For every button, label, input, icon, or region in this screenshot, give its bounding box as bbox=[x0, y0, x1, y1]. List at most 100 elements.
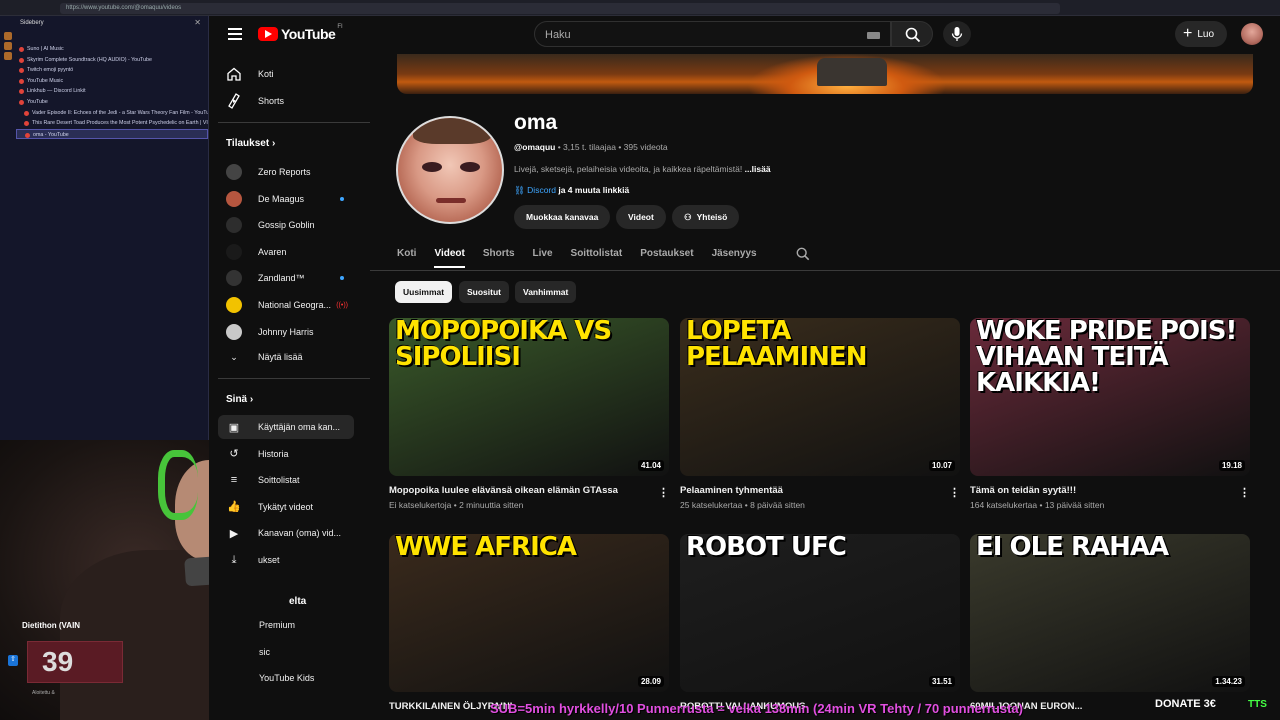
more-link[interactable]: ...lisää bbox=[745, 164, 771, 174]
keyboard-icon[interactable] bbox=[867, 32, 880, 39]
thumbnail-text: LOPETA PELAAMINEN bbox=[686, 318, 867, 372]
browser-tab[interactable]: YouTube Music bbox=[16, 76, 208, 87]
youtube-logo[interactable]: YouTube FI bbox=[258, 24, 343, 42]
you-item[interactable]: ⤓ ukset bbox=[218, 548, 354, 572]
close-icon[interactable]: ✕ bbox=[194, 18, 201, 27]
browser-tab[interactable]: Skyrim Complete Soundtrack (HQ AUDIO) - … bbox=[16, 55, 208, 66]
discord-link[interactable]: Discord bbox=[527, 185, 556, 195]
link-icon: ⛓ bbox=[514, 185, 525, 195]
channel-avatar-icon bbox=[226, 297, 242, 313]
video-card[interactable]: EI OLE RAHAA 1.34.23 60MILJOONAN EURON... bbox=[970, 534, 1250, 712]
channel-tab[interactable]: Live bbox=[533, 244, 553, 268]
you-item-label: ukset bbox=[258, 555, 280, 565]
video-thumbnail[interactable]: EI OLE RAHAA 1.34.23 bbox=[970, 534, 1250, 692]
you-item[interactable]: ≡ Soittolistat bbox=[218, 468, 354, 492]
chip-latest[interactable]: Uusimmat bbox=[395, 281, 453, 303]
browser-tab[interactable]: Vader Episode II: Echoes of the Jedi - a… bbox=[16, 108, 208, 119]
history-icon: ↺ bbox=[229, 448, 239, 461]
panel-icon[interactable] bbox=[4, 32, 12, 40]
video-duration: 10.07 bbox=[928, 460, 955, 471]
video-thumbnail[interactable]: WOKE PRIDE POIS! VIHAAN TEITÄ KAIKKIA! 19… bbox=[970, 318, 1250, 476]
you-item-label: Kanavan (oma) vid... bbox=[258, 528, 342, 539]
channel-links[interactable]: ⛓ Discord ja 4 muuta linkkiä bbox=[514, 185, 629, 196]
video-title[interactable]: Mopopoika luulee elävänsä oikean elämän … bbox=[389, 485, 669, 496]
more-item[interactable]: YouTube Kids bbox=[259, 666, 395, 690]
other-links[interactable]: ja 4 muuta linkkiä bbox=[558, 185, 629, 195]
chip-popular[interactable]: Suositut bbox=[459, 281, 509, 303]
channel-tab[interactable]: Postaukset bbox=[640, 244, 693, 268]
panel-icon[interactable] bbox=[4, 42, 12, 50]
channel-description[interactable]: Livejä, sketsejä, pelaiheisia videoita, … bbox=[514, 164, 771, 174]
browser-tab[interactable]: Twitch emoji pyyntö bbox=[16, 65, 208, 76]
channel-avatar-icon bbox=[226, 217, 242, 234]
thumbnail-text: EI OLE RAHAA bbox=[976, 534, 1169, 562]
subscription-item[interactable]: Zandland™ bbox=[218, 266, 354, 290]
video-card[interactable]: WWE AFRICA 28.09 TURKKILAINEN ÖLJYPAINI bbox=[389, 534, 669, 712]
subscription-label: Zero Reports bbox=[258, 167, 311, 177]
more-options-icon[interactable]: ⋮ bbox=[949, 486, 960, 499]
videos-button[interactable]: Videot bbox=[616, 205, 666, 229]
video-card[interactable]: WOKE PRIDE POIS! VIHAAN TEITÄ KAIKKIA! 19… bbox=[970, 318, 1250, 510]
subscription-item[interactable]: Gossip Goblin bbox=[218, 213, 354, 237]
subscription-item[interactable]: De Maagus bbox=[218, 187, 354, 211]
video-title[interactable]: Tämä on teidän syytä!!! bbox=[970, 485, 1250, 496]
chip-oldest[interactable]: Vanhimmat bbox=[515, 281, 577, 303]
account-avatar[interactable] bbox=[1241, 23, 1263, 45]
subscription-item[interactable]: Johnny Harris bbox=[218, 320, 354, 344]
channel-search-icon[interactable] bbox=[796, 247, 810, 266]
browser-tab[interactable]: Suno | AI Music bbox=[16, 44, 208, 55]
subscription-item[interactable]: Avaren bbox=[218, 240, 354, 264]
subscriptions-heading[interactable]: Tilaukset › bbox=[226, 138, 275, 149]
sidebar-item-label: Shorts bbox=[258, 96, 285, 106]
menu-icon[interactable] bbox=[228, 28, 242, 40]
channel-tab[interactable]: Videot bbox=[434, 244, 465, 268]
voice-search-button[interactable] bbox=[943, 21, 971, 47]
browser-tab[interactable]: YouTube bbox=[16, 97, 208, 108]
more-options-icon[interactable]: ⋮ bbox=[658, 486, 669, 499]
customize-channel-button[interactable]: Muokkaa kanavaa bbox=[514, 205, 611, 229]
video-card[interactable]: MOPOPOIKA VS SIPOLIISI 41.04 Mopopoika luu… bbox=[389, 318, 669, 510]
headset-icon bbox=[158, 450, 198, 520]
you-title: Sinä bbox=[226, 394, 248, 405]
you-item[interactable]: ▶ Kanavan (oma) vid... bbox=[218, 521, 354, 545]
video-thumbnail[interactable]: WWE AFRICA 28.09 bbox=[389, 534, 669, 692]
channel-tab[interactable]: Shorts bbox=[483, 244, 515, 268]
you-item[interactable]: 👍 Tykätyt videot bbox=[218, 495, 354, 519]
video-title[interactable]: Pelaaminen tyhmentää bbox=[680, 485, 960, 496]
video-thumbnail[interactable]: LOPETA PELAAMINEN 10.07 bbox=[680, 318, 960, 476]
community-button[interactable]: ⚇ Yhteisö bbox=[672, 205, 740, 229]
video-card[interactable]: ROBOT UFC 31.51 ROBOTTI VALLANKUMOUS bbox=[680, 534, 960, 712]
video-thumbnail[interactable]: ROBOT UFC 31.51 bbox=[680, 534, 960, 692]
more-item[interactable]: Premium bbox=[259, 613, 395, 637]
search-button[interactable] bbox=[891, 21, 933, 47]
subscription-label: Johnny Harris bbox=[258, 326, 314, 337]
create-button[interactable]: + Luo bbox=[1175, 21, 1227, 47]
you-item[interactable]: ▣ Käyttäjän oma kan... bbox=[218, 415, 354, 439]
you-item[interactable]: ↺ Historia bbox=[218, 442, 354, 466]
channel-tab[interactable]: Soittolistat bbox=[571, 244, 623, 268]
channel-tab[interactable]: Jäsenyys bbox=[712, 244, 757, 268]
subscription-item[interactable]: National Geogra... ((•)) bbox=[218, 293, 354, 317]
youtube-play-icon bbox=[258, 27, 278, 41]
you-heading[interactable]: Sinä › bbox=[226, 394, 253, 405]
sidebar-item-shorts[interactable]: Shorts bbox=[218, 89, 354, 113]
search-input[interactable]: Haku bbox=[534, 21, 891, 47]
more-item[interactable]: sic bbox=[259, 640, 395, 664]
youtube-header: YouTube FI Haku + Luo bbox=[209, 16, 1280, 54]
video-duration: 41.04 bbox=[637, 460, 664, 471]
video-thumbnail[interactable]: MOPOPOIKA VS SIPOLIISI 41.04 bbox=[389, 318, 669, 476]
address-bar[interactable]: https://www.youtube.com/@omaquu/videos bbox=[60, 3, 1060, 14]
subscription-item[interactable]: Zero Reports bbox=[218, 160, 354, 184]
video-age: 2 minuuttia sitten bbox=[459, 500, 524, 510]
video-card[interactable]: LOPETA PELAAMINEN 10.07 Pelaaminen tyhment… bbox=[680, 318, 960, 510]
channel-avatar[interactable] bbox=[396, 116, 504, 224]
more-options-icon[interactable]: ⋮ bbox=[1239, 486, 1250, 499]
panel-icon[interactable] bbox=[4, 52, 12, 60]
show-more-button[interactable]: ⌄ Näytä lisää bbox=[218, 345, 354, 369]
sidebar-item-home[interactable]: Koti bbox=[218, 62, 354, 86]
browser-tab[interactable]: Linkhub — Discord Linkit bbox=[16, 86, 208, 97]
video-views: Ei katselukertoja bbox=[389, 500, 452, 510]
browser-tab[interactable]: This Rare Desert Toad Produces the Most … bbox=[16, 118, 208, 129]
channel-tab[interactable]: Koti bbox=[397, 244, 416, 268]
browser-tab[interactable]: oma - YouTube bbox=[16, 128, 208, 140]
